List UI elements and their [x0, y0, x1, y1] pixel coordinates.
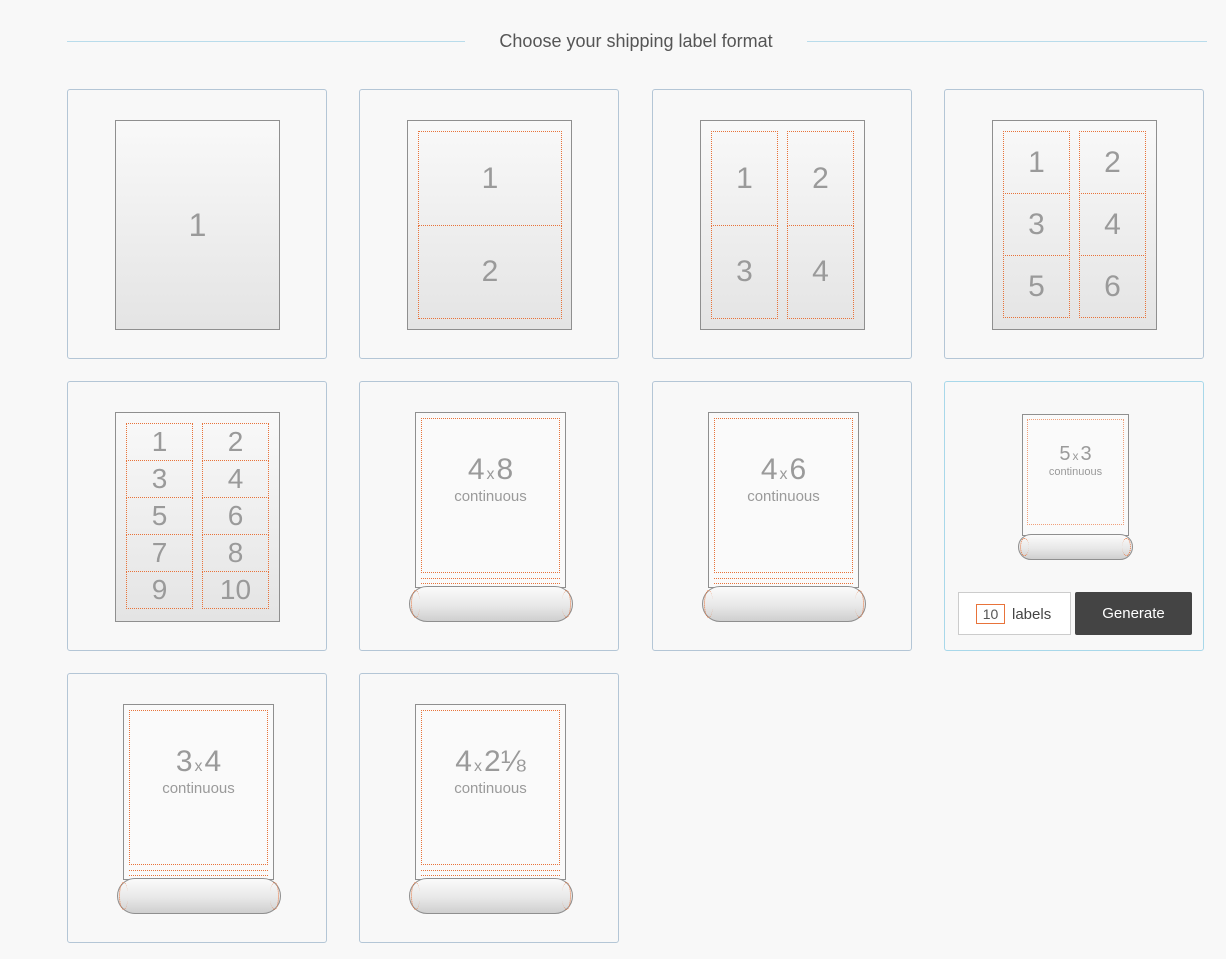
label-cell: 5	[126, 497, 193, 535]
quantity-box: labels	[958, 592, 1071, 635]
label-cell: 2	[202, 423, 269, 461]
label-cell: 7	[126, 534, 193, 572]
label-cell: 2	[1079, 131, 1146, 194]
label-number: 1	[188, 206, 207, 243]
dim-width: 4	[467, 453, 485, 486]
label-cell: 1	[1003, 131, 1070, 194]
label-cell: 5	[1003, 255, 1070, 318]
continuous-label: continuous	[747, 488, 820, 505]
generate-controls: labels Generate	[958, 592, 1193, 636]
sheet-preview: 1 2 3 4 5 6	[992, 120, 1157, 330]
label-cell: 9	[126, 571, 193, 609]
roll-cylinder	[1018, 534, 1133, 560]
format-card-2-per-page[interactable]: 1 2	[359, 89, 619, 359]
header-divider-right	[807, 41, 1207, 42]
next-label-edge	[129, 870, 268, 876]
label-cell: 6	[1079, 255, 1146, 318]
label-cell: 2	[418, 225, 562, 319]
continuous-label: continuous	[162, 780, 235, 797]
dim-times: x	[779, 466, 788, 483]
format-card-roll-3x4[interactable]: 3 x4 continuous	[67, 673, 327, 943]
format-card-roll-5x3[interactable]: 5x3 continuous labels Generate	[944, 381, 1204, 651]
dim-height: 8	[496, 453, 514, 486]
quantity-unit-label: labels	[1012, 606, 1052, 623]
next-label-edge	[714, 578, 853, 584]
continuous-label: continuous	[454, 780, 527, 797]
dim-height: 4	[204, 745, 222, 778]
page-header: Choose your shipping label format	[67, 28, 1207, 54]
label-cell: 4	[787, 225, 854, 319]
label-cell: 3	[711, 225, 778, 319]
label-dimensions: 4 x6	[709, 453, 858, 487]
label-cell: 4	[1079, 193, 1146, 256]
label-dimensions: 5x3	[1023, 443, 1128, 466]
format-card-4-per-page[interactable]: 1 2 3 4	[652, 89, 912, 359]
dim-width: 4	[760, 453, 778, 486]
dim-height: 6	[789, 453, 807, 486]
format-card-6-per-page[interactable]: 1 2 3 4 5 6	[944, 89, 1204, 359]
label-cell: 8	[202, 534, 269, 572]
format-card-10-per-page[interactable]: 1 2 3 4 5 6 7 8 9 10	[67, 381, 327, 651]
sheet-preview: 1 2 3 4	[700, 120, 865, 330]
label-dimensions: 3 x4	[124, 745, 273, 779]
dim-times: x	[473, 758, 482, 775]
format-card-roll-4x2-1-8[interactable]: 4 x2⅛ continuous	[359, 673, 619, 943]
generate-button[interactable]: Generate	[1075, 592, 1192, 635]
label-dimensions: 4 x8	[416, 453, 565, 487]
roll-paper: 5x3 continuous	[1022, 414, 1129, 536]
continuous-label: continuous	[1048, 466, 1103, 478]
header-divider-left	[67, 41, 465, 42]
label-cell: 1	[126, 423, 193, 461]
label-cell: 3	[1003, 193, 1070, 256]
next-label-edge	[421, 578, 560, 584]
roll-cylinder	[409, 586, 573, 622]
sheet-preview: 1	[115, 120, 280, 330]
continuous-label: continuous	[454, 488, 527, 505]
label-dimensions: 4 x2⅛	[416, 745, 565, 779]
dim-width: 4	[455, 745, 472, 778]
format-card-roll-4x8[interactable]: 4 x8 continuous	[359, 381, 619, 651]
page-title: Choose your shipping label format	[499, 31, 773, 51]
next-label-edge	[421, 870, 560, 876]
format-card-roll-4x6[interactable]: 4 x6 continuous	[652, 381, 912, 651]
roll-paper: 4 x8 continuous	[415, 412, 566, 588]
roll-cylinder	[409, 878, 573, 914]
roll-paper: 4 x6 continuous	[708, 412, 859, 588]
label-cell: 1	[711, 131, 778, 226]
label-cell: 10	[202, 571, 269, 609]
roll-paper: 3 x4 continuous	[123, 704, 274, 880]
quantity-input[interactable]	[976, 604, 1005, 624]
roll-cylinder	[117, 878, 281, 914]
roll-cylinder	[702, 586, 866, 622]
label-cell: 3	[126, 460, 193, 498]
roll-paper: 4 x2⅛ continuous	[415, 704, 566, 880]
label-cell: 6	[202, 497, 269, 535]
dim-times: x	[1072, 449, 1079, 463]
dim-times: x	[194, 758, 203, 775]
dim-times: x	[486, 466, 495, 483]
label-cell: 4	[202, 460, 269, 498]
dim-width: 5	[1059, 443, 1071, 465]
label-cell: 2	[787, 131, 854, 226]
dim-height: 3	[1080, 443, 1092, 465]
dim-height: 2⅛	[483, 745, 526, 778]
dim-width: 3	[175, 745, 193, 778]
sheet-preview: 1 2 3 4 5 6 7 8 9 10	[115, 412, 280, 622]
sheet-preview: 1 2	[407, 120, 572, 330]
label-cell: 1	[418, 131, 562, 226]
format-card-1-per-page[interactable]: 1	[67, 89, 327, 359]
